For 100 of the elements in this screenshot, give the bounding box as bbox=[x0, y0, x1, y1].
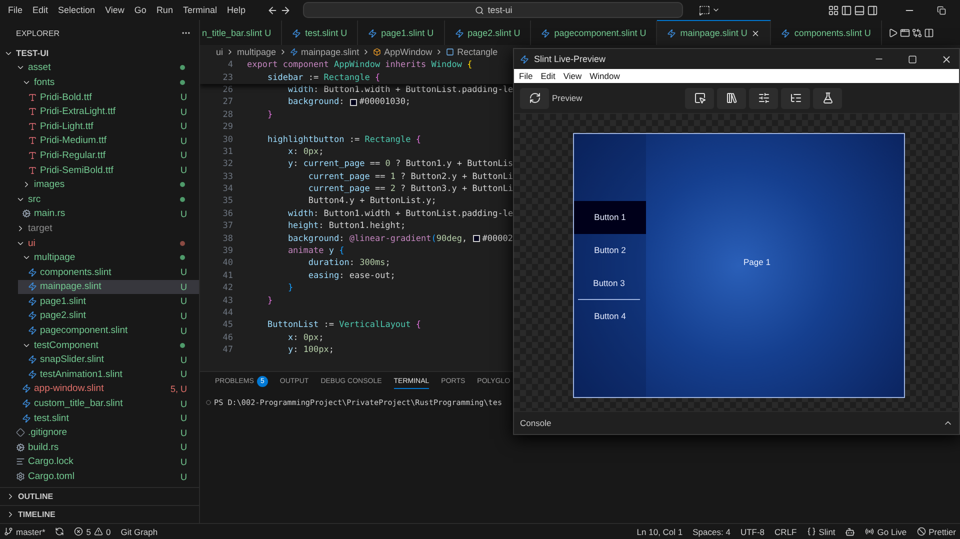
lightning-icon bbox=[368, 28, 378, 38]
explorer-entry[interactable]: snapSlider.slint U bbox=[18, 352, 199, 368]
library-button[interactable] bbox=[717, 88, 746, 108]
flask-button[interactable] bbox=[813, 88, 842, 108]
panel-left-icon[interactable] bbox=[841, 4, 852, 16]
menu-item[interactable]: Help bbox=[222, 3, 250, 17]
compare-icon[interactable] bbox=[912, 28, 922, 38]
maximize-icon[interactable] bbox=[908, 54, 917, 64]
cursor-position[interactable]: Ln 10, Col 1 bbox=[636, 526, 683, 536]
breadcrumb-item[interactable]: mainpage.slint bbox=[301, 47, 360, 57]
eol-status[interactable]: CRLF bbox=[774, 526, 797, 536]
menu-item[interactable]: Selection bbox=[54, 3, 100, 17]
split-editor-icon[interactable] bbox=[924, 28, 934, 38]
folder-item[interactable]: ui bbox=[6, 236, 199, 250]
menu-item[interactable]: View bbox=[101, 3, 128, 17]
root-folder-item[interactable]: TEST-UI bbox=[0, 46, 199, 61]
editor-tab[interactable]: mainpage.slint U bbox=[657, 20, 772, 45]
menu-item[interactable]: Edit bbox=[538, 71, 558, 81]
menu-item[interactable]: File bbox=[516, 71, 536, 81]
go-live-button[interactable]: Go Live bbox=[865, 526, 907, 536]
folder-item[interactable]: target bbox=[6, 221, 199, 236]
menu-item[interactable]: File bbox=[4, 3, 27, 17]
sidebar-button[interactable]: Button 4 bbox=[574, 300, 646, 333]
sidebar-button[interactable]: Button 1 bbox=[574, 201, 646, 234]
explorer-entry[interactable]: Cargo.toml U bbox=[6, 469, 199, 484]
layout-icon[interactable] bbox=[828, 4, 839, 16]
indent-status[interactable]: Spaces: 4 bbox=[692, 526, 730, 536]
back-arrow-icon[interactable] bbox=[267, 4, 278, 16]
explorer-entry[interactable]: build.rs U bbox=[6, 440, 199, 455]
explorer-entry[interactable]: .gitignore U bbox=[6, 425, 199, 440]
explorer-entry[interactable]: app-window.slint 5, U bbox=[12, 382, 199, 396]
refresh-button[interactable] bbox=[520, 88, 549, 108]
encoding-status[interactable]: UTF-8 bbox=[740, 526, 765, 536]
problems-status[interactable]: 5 0 bbox=[74, 526, 111, 536]
collapsed-section[interactable]: OUTLINE bbox=[0, 487, 199, 505]
outline-button[interactable] bbox=[781, 88, 810, 108]
sync-icon[interactable] bbox=[55, 527, 64, 536]
lightning-icon bbox=[290, 48, 298, 56]
prettier-status[interactable]: Prettier bbox=[916, 526, 956, 536]
folder-item[interactable]: testComponent bbox=[12, 338, 199, 352]
sidebar-button[interactable]: Button 3 bbox=[578, 267, 640, 300]
menu-item[interactable]: Go bbox=[130, 3, 150, 17]
lightning-icon bbox=[28, 268, 37, 277]
code-text: sidebar := Rectangle { bbox=[266, 72, 380, 83]
menu-item[interactable]: Edit bbox=[28, 3, 52, 17]
line-number: 30 bbox=[222, 134, 233, 145]
explorer-entry[interactable]: Pridi-Bold.ttf U bbox=[18, 90, 199, 104]
explorer-entry[interactable]: page2.slint U bbox=[18, 308, 199, 324]
breadcrumb-item[interactable]: AppWindow bbox=[384, 47, 432, 57]
explorer-entry[interactable]: components.slint U bbox=[18, 264, 199, 280]
robot-icon[interactable] bbox=[845, 526, 856, 536]
editor-tab[interactable]: n_title_bar.slint U bbox=[200, 20, 282, 45]
color-swatch-icon bbox=[350, 98, 358, 106]
restore-icon[interactable] bbox=[937, 6, 946, 14]
explorer-entry[interactable]: test.slint U bbox=[12, 410, 199, 426]
explorer-entry[interactable]: Pridi-SemiBold.ttf U bbox=[18, 162, 199, 178]
menu-item[interactable]: Terminal bbox=[178, 3, 221, 17]
breadcrumb-item[interactable]: multipage bbox=[237, 47, 276, 57]
git-status: U bbox=[180, 354, 187, 365]
explorer-entry[interactable]: pagecomponent.slint U bbox=[18, 323, 199, 338]
git-graph-status[interactable]: Git Graph bbox=[120, 526, 158, 536]
panel-bottom-icon[interactable] bbox=[854, 4, 865, 16]
lightning-icon bbox=[781, 28, 790, 38]
language-status[interactable]: Slint bbox=[806, 526, 836, 536]
panel-right-icon[interactable] bbox=[867, 4, 878, 16]
explorer-entry[interactable]: mainpage.slint U bbox=[18, 280, 199, 294]
branch-status[interactable]: master* bbox=[4, 526, 46, 536]
breadcrumb-item[interactable]: ui bbox=[216, 47, 224, 57]
search-field[interactable]: test-ui bbox=[303, 2, 684, 18]
sidebar-button[interactable]: Button 2 bbox=[574, 234, 646, 267]
explorer-entry[interactable]: Pridi-ExtraLight.ttf U bbox=[18, 104, 199, 119]
code-text: y: 100px; bbox=[286, 345, 334, 356]
explorer-entry[interactable]: page1.slint U bbox=[18, 294, 199, 309]
menu-item[interactable]: Window bbox=[586, 71, 623, 81]
window-icon[interactable] bbox=[900, 28, 910, 38]
close-icon[interactable] bbox=[941, 54, 952, 64]
explorer-entry[interactable]: custom_title_bar.slint U bbox=[12, 396, 199, 411]
explorer-entry[interactable]: testAnimation1.slint U bbox=[18, 367, 199, 382]
run-icon[interactable] bbox=[888, 28, 898, 38]
folder-item[interactable]: multipage bbox=[12, 250, 199, 265]
select-tool-button[interactable] bbox=[685, 88, 714, 108]
explorer-entry[interactable]: Cargo.lock U bbox=[6, 454, 199, 470]
properties-button[interactable] bbox=[749, 88, 778, 108]
explorer-entry[interactable]: Pridi-Light.ttf U bbox=[18, 118, 199, 134]
code-text: background: @linear-gradient(90deg, bbox=[286, 234, 468, 244]
forward-arrow-icon[interactable] bbox=[280, 4, 292, 16]
menu-item[interactable]: Run bbox=[152, 3, 177, 17]
close-icon[interactable] bbox=[751, 28, 760, 38]
explorer-entry[interactable]: Pridi-Medium.ttf U bbox=[18, 134, 199, 148]
editor-tab[interactable]: page2.slint U bbox=[444, 20, 532, 45]
menu-item[interactable]: View bbox=[560, 71, 585, 81]
folder-item[interactable]: images bbox=[12, 177, 199, 192]
chevron-down-icon[interactable] bbox=[712, 6, 720, 14]
folder-item[interactable]: asset bbox=[6, 60, 199, 76]
git-status: U bbox=[180, 413, 187, 424]
folder-item[interactable]: fonts bbox=[12, 75, 199, 90]
folder-item[interactable]: src bbox=[6, 192, 199, 207]
explorer-entry[interactable]: main.rs U bbox=[12, 206, 199, 222]
explorer-entry[interactable]: Pridi-Regular.ttf U bbox=[18, 148, 199, 163]
breadcrumb-item[interactable]: Rectangle bbox=[457, 47, 498, 57]
